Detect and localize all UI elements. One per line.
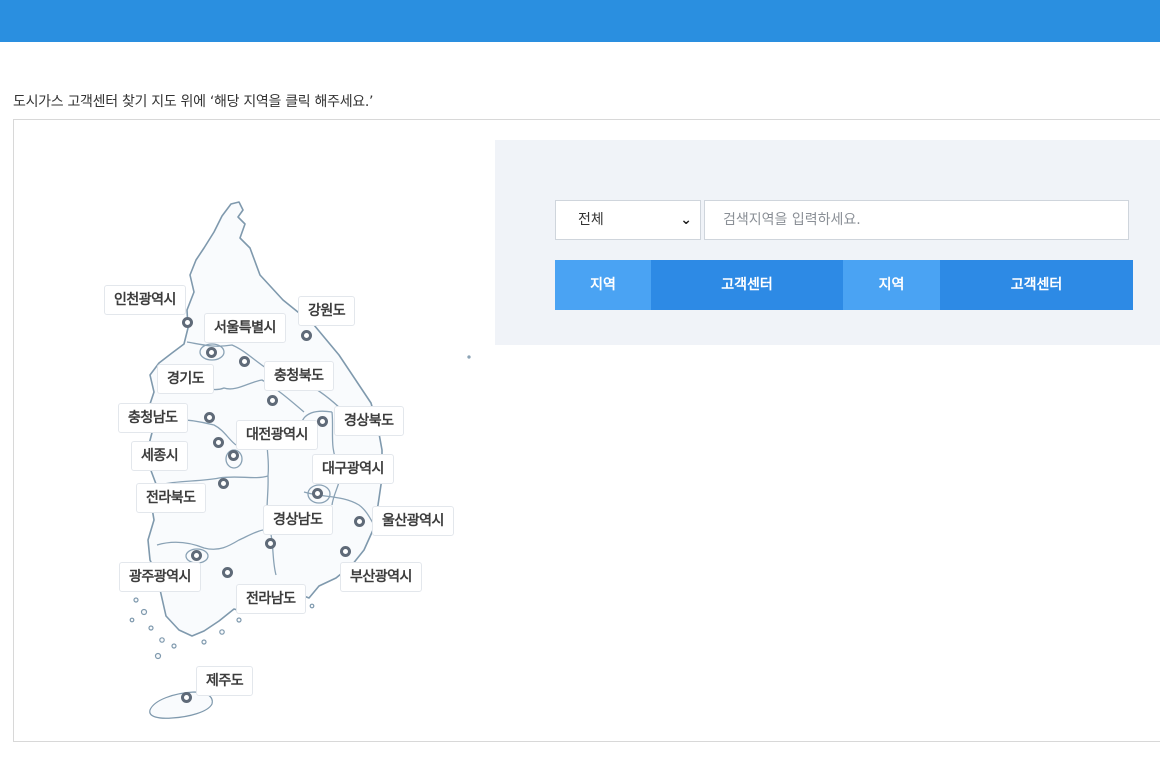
marker-sejong-icon[interactable] (213, 437, 224, 448)
top-header-bar (0, 0, 1160, 42)
marker-busan-icon[interactable] (340, 546, 351, 557)
marker-jeju-icon[interactable] (181, 692, 192, 703)
region-label-text: 울산광역시 (382, 513, 444, 529)
search-input[interactable] (704, 200, 1129, 240)
region-label-text: 대구광역시 (322, 461, 384, 477)
region-label-text: 전라북도 (146, 490, 196, 506)
region-label-text: 부산광역시 (350, 569, 412, 585)
region-chungnam-button[interactable]: 충청남도 (118, 403, 188, 433)
region-jeonnam-button[interactable]: 전라남도 (236, 584, 306, 614)
marker-jeonbuk-icon[interactable] (218, 478, 229, 489)
region-label-text: 강원도 (308, 303, 346, 319)
korea-map: 인천광역시 강원도 서울특별시 경기도 충청북도 충청남도 경상북도 대전광역시… (14, 120, 494, 740)
region-gangwon-button[interactable]: 강원도 (298, 296, 356, 326)
marker-jeonnam-icon[interactable] (222, 567, 233, 578)
column-header-region: 지역 (843, 260, 940, 310)
chevron-down-icon: ⌄ (680, 212, 692, 228)
region-incheon-button[interactable]: 인천광역시 (104, 285, 186, 315)
island (148, 625, 154, 631)
marker-seoul-icon[interactable] (206, 347, 217, 358)
island (154, 652, 162, 660)
region-ulsan-button[interactable]: 울산광역시 (372, 506, 454, 536)
island (129, 617, 135, 623)
marker-ulsan-icon[interactable] (354, 516, 365, 527)
marker-gwangju-icon[interactable] (191, 550, 202, 561)
region-label-text: 제주도 (206, 673, 244, 689)
region-label-text: 서울특별시 (214, 320, 276, 336)
region-label-text: 경상북도 (344, 413, 394, 429)
island (140, 608, 148, 616)
marker-gangwon-icon[interactable] (301, 330, 312, 341)
region-label-text: 대전광역시 (246, 427, 308, 443)
island (467, 355, 471, 359)
region-label-text: 세종시 (141, 448, 179, 464)
island (133, 597, 139, 603)
region-daegu-button[interactable]: 대구광역시 (312, 454, 394, 484)
island (171, 643, 177, 649)
island (309, 603, 315, 609)
finder-frame: 인천광역시 강원도 서울특별시 경기도 충청북도 충청남도 경상북도 대전광역시… (13, 119, 1160, 742)
result-table-header: 지역 고객센터 지역 고객센터 (555, 260, 1133, 310)
island (159, 637, 165, 643)
region-label-text: 경기도 (167, 371, 205, 387)
region-seoul-button[interactable]: 서울특별시 (204, 313, 286, 343)
column-header-service-center: 고객센터 (651, 260, 843, 310)
island (201, 639, 207, 645)
region-jeju-button[interactable]: 제주도 (196, 666, 254, 696)
search-panel: 전체 ⌄ 지역 고객센터 지역 고객센터 (495, 140, 1160, 345)
region-label-text: 전라남도 (246, 591, 296, 607)
marker-chungnam-icon[interactable] (204, 412, 215, 423)
marker-chungbuk-icon[interactable] (267, 395, 278, 406)
region-select-value: 전체 (578, 212, 604, 228)
instruction-text: 도시가스 고객센터 찾기 지도 위에 ‘해당 지역을 클릭 해주세요.’ (13, 94, 374, 110)
region-daejeon-button[interactable]: 대전광역시 (236, 420, 318, 450)
region-label-text: 충청북도 (274, 368, 324, 384)
region-gyeonggi-button[interactable]: 경기도 (157, 364, 215, 394)
region-gyeongbuk-button[interactable]: 경상북도 (334, 406, 404, 436)
marker-daejeon-icon[interactable] (228, 450, 239, 461)
region-sejong-button[interactable]: 세종시 (131, 441, 189, 471)
column-header-service-center: 고객센터 (940, 260, 1133, 310)
region-select[interactable]: 전체 ⌄ (555, 200, 701, 240)
region-gyeongnam-button[interactable]: 경상남도 (263, 505, 333, 535)
marker-gyeongnam-icon[interactable] (265, 538, 276, 549)
island (236, 617, 242, 623)
marker-gyeongbuk-icon[interactable] (317, 416, 328, 427)
region-chungbuk-button[interactable]: 충청북도 (264, 361, 334, 391)
column-header-region: 지역 (555, 260, 651, 310)
region-label-text: 인천광역시 (114, 292, 176, 308)
region-label-text: 충청남도 (128, 410, 178, 426)
marker-gyeonggi-icon[interactable] (239, 356, 250, 367)
island (219, 629, 225, 635)
marker-incheon-icon[interactable] (182, 317, 193, 328)
region-label-text: 광주광역시 (129, 569, 191, 585)
region-jeonbuk-button[interactable]: 전라북도 (136, 483, 206, 513)
marker-daegu-icon[interactable] (312, 488, 323, 499)
region-gwangju-button[interactable]: 광주광역시 (119, 562, 201, 592)
region-label-text: 경상남도 (273, 512, 323, 528)
region-busan-button[interactable]: 부산광역시 (340, 562, 422, 592)
